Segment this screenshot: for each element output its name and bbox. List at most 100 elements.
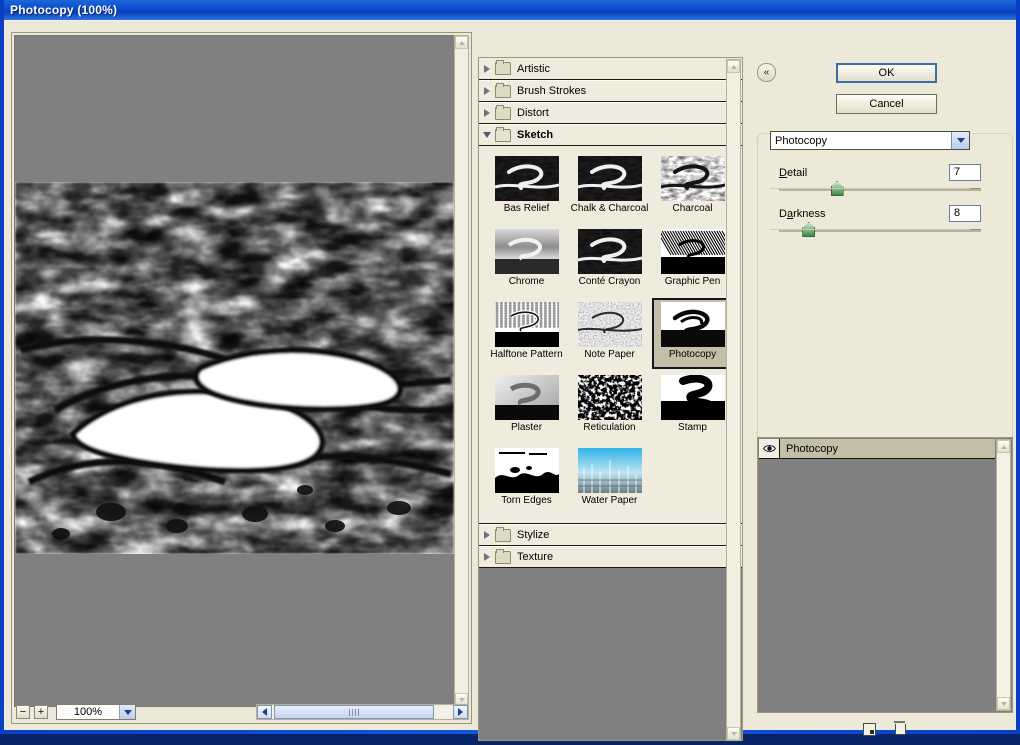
filter-thumbnail-label: Halftone Pattern: [490, 349, 563, 360]
filter-thumbnail-label: Plaster: [510, 422, 543, 433]
minus-icon: −: [19, 706, 27, 718]
expander-icon[interactable]: [479, 553, 495, 561]
filter-thumbnail[interactable]: Plaster: [486, 371, 567, 442]
preview-canvas[interactable]: [14, 35, 455, 707]
zoom-dropdown-button[interactable]: [119, 705, 135, 719]
filter-thumbnail-label: Graphic Pen: [664, 276, 721, 287]
filter-thumbnail[interactable]: Charcoal: [652, 152, 733, 223]
filter-thumbnail-grid: Bas Relief Chalk & Charcoal Charcoal Chrome…: [479, 146, 742, 524]
filter-thumbnail-label: Charcoal: [672, 203, 713, 214]
darkness-value-field[interactable]: 8: [949, 205, 981, 222]
zoom-in-button[interactable]: +: [34, 705, 48, 719]
expander-icon[interactable]: [479, 132, 495, 138]
filter-thumbnail[interactable]: Torn Edges: [486, 444, 567, 515]
category-row-stylize[interactable]: Stylize: [479, 524, 742, 546]
ok-button[interactable]: OK: [836, 63, 937, 83]
category-row-distort[interactable]: Distort: [479, 102, 742, 124]
filter-select-dropdown-button[interactable]: [951, 132, 969, 149]
effect-layer-name: Photocopy: [786, 442, 838, 455]
collapse-panel-button[interactable]: «: [757, 63, 776, 82]
filter-thumbnail[interactable]: Note Paper: [569, 298, 650, 369]
filter-thumbnail[interactable]: Chalk & Charcoal: [569, 152, 650, 223]
expander-icon[interactable]: [479, 109, 495, 117]
category-row-brush-strokes[interactable]: Brush Strokes: [479, 80, 742, 102]
folder-icon: [495, 60, 511, 75]
filter-thumbnail[interactable]: Halftone Pattern: [486, 298, 567, 369]
folder-icon: [495, 126, 511, 142]
category-row-artistic[interactable]: Artistic: [479, 58, 742, 80]
filter-thumbnail[interactable]: Stamp: [652, 371, 733, 442]
category-label: Texture: [517, 551, 554, 563]
ok-button-label: OK: [878, 67, 895, 79]
chevron-left-icon: [262, 708, 267, 716]
category-row-sketch[interactable]: Sketch: [479, 124, 742, 146]
scroll-up-button[interactable]: [455, 36, 468, 49]
darkness-slider-label: Darkness: [779, 208, 826, 220]
effect-layer-row[interactable]: Photocopy: [759, 439, 995, 459]
detail-value-field[interactable]: 7: [949, 164, 981, 181]
scroll-up-button[interactable]: [727, 60, 740, 73]
expander-icon[interactable]: [479, 87, 495, 95]
scroll-right-button[interactable]: [453, 705, 468, 719]
cancel-button-label: Cancel: [869, 98, 904, 110]
zoom-out-button[interactable]: −: [16, 705, 30, 719]
folder-icon: [495, 526, 511, 542]
layers-vertical-scrollbar[interactable]: [996, 439, 1011, 711]
filter-select-value: Photocopy: [775, 134, 827, 147]
dialog-client-area: − + 100% Artistic Brush Strokes Distort …: [4, 20, 1016, 741]
filter-select[interactable]: Photocopy: [770, 131, 970, 150]
filter-thumbnail[interactable]: Bas Relief: [486, 152, 567, 223]
divider: [770, 229, 970, 230]
chevron-right-icon: [484, 531, 490, 539]
chevron-up-icon: [458, 40, 465, 45]
filter-category-panel: Artistic Brush Strokes Distort Sketch Bas Re…: [478, 57, 743, 741]
filter-thumbnail[interactable]: Graphic Pen: [652, 225, 733, 296]
filter-thumbnail-image: [577, 156, 642, 201]
cancel-button[interactable]: Cancel: [836, 94, 937, 114]
visibility-eye-icon[interactable]: [759, 439, 780, 458]
zoom-level-value: 100%: [73, 706, 103, 718]
filter-thumbnail[interactable]: Water Paper: [569, 444, 650, 515]
category-label: Sketch: [517, 129, 554, 141]
filter-thumbnail[interactable]: Photocopy: [652, 298, 733, 369]
scroll-up-button[interactable]: [997, 440, 1010, 453]
trash-icon: [894, 720, 906, 735]
filter-thumbnail[interactable]: Reticulation: [569, 371, 650, 442]
filter-thumbnail-image: [494, 448, 559, 493]
chevron-down-icon: [1000, 701, 1007, 706]
filter-thumbnail-image: [660, 156, 725, 201]
filter-thumbnail[interactable]: Conté Crayon: [569, 225, 650, 296]
expander-icon[interactable]: [479, 531, 495, 539]
filter-thumbnail-label: Stamp: [678, 422, 707, 433]
filter-thumbnail-image: [494, 229, 559, 274]
gallery-vertical-scrollbar[interactable]: [726, 59, 741, 741]
filter-thumbnail[interactable]: Chrome: [486, 225, 567, 296]
chevron-up-icon: [730, 64, 737, 69]
detail-slider-label: Detail: [779, 167, 808, 179]
filter-thumbnail-image: [577, 302, 642, 347]
zoom-level-combobox[interactable]: 100%: [56, 704, 136, 720]
preview-vertical-scrollbar[interactable]: [454, 35, 469, 707]
preview-horizontal-scrollbar[interactable]: [256, 704, 469, 720]
filter-thumbnail-image: [660, 375, 725, 420]
scroll-left-button[interactable]: [257, 705, 272, 719]
double-chevron-up-icon: «: [763, 67, 770, 78]
category-label: Artistic: [517, 62, 550, 75]
scroll-down-button[interactable]: [997, 697, 1010, 710]
plus-icon: +: [37, 706, 45, 718]
filter-thumbnail-label: Reticulation: [583, 422, 636, 433]
preview-pane: − + 100%: [11, 32, 472, 724]
horizontal-scroll-thumb[interactable]: [274, 705, 434, 719]
folder-icon: [495, 104, 511, 120]
filter-thumbnail-image: [577, 229, 642, 274]
chevron-up-icon: [1000, 444, 1007, 449]
expander-icon[interactable]: [479, 64, 495, 73]
filter-thumbnail-label: Conté Crayon: [578, 276, 641, 287]
effect-layers-panel: Photocopy: [757, 437, 1013, 713]
chevron-right-icon: [484, 553, 490, 561]
layer-tools-bar: [757, 717, 1013, 741]
filter-gallery-window: Photocopy (100%) − + 100% Artistic Brush…: [0, 0, 1020, 741]
grip-line: [355, 708, 356, 716]
category-row-texture[interactable]: Texture: [479, 546, 742, 568]
grip-line: [358, 708, 359, 716]
